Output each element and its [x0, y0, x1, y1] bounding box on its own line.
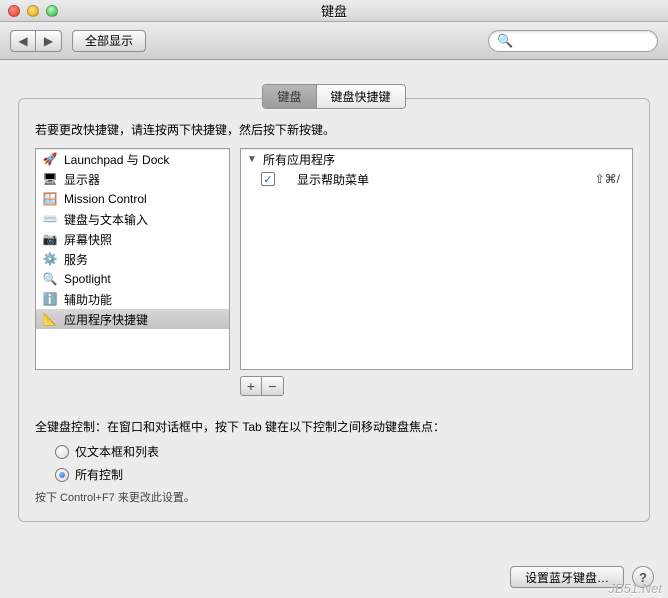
category-icon: ℹ️ — [42, 291, 58, 307]
remove-button[interactable]: − — [262, 376, 284, 396]
category-list[interactable]: 🚀 Launchpad 与 Dock 🖥 显示器 🪟 Mission Control ⌨️ 键… — [35, 148, 230, 370]
shortcut-label: 显示帮助菜单 — [297, 171, 369, 188]
category-item[interactable]: 🔍 Spotlight — [36, 269, 229, 289]
toolbar: ◀ ▶ 全部显示 🔍 — [0, 22, 668, 60]
back-button[interactable]: ◀ — [10, 30, 36, 52]
tabs: 键盘 键盘快捷键 — [262, 84, 405, 109]
category-label: Launchpad 与 Dock — [64, 151, 169, 168]
category-icon: 📷 — [42, 231, 58, 247]
shortcut-group-row[interactable]: ▼ 所有应用程序 — [241, 149, 632, 169]
category-icon: ⌨️ — [42, 211, 58, 227]
radio-text-only-label: 仅文本框和列表 — [75, 443, 159, 460]
fka-heading: 全键盘控制：在窗口和对话框中，按下 Tab 键在以下控制之间移动键盘焦点： — [35, 418, 633, 435]
nav-segment: ◀ ▶ — [10, 30, 62, 52]
watermark: JB51.Net — [609, 581, 662, 596]
add-remove-segment: + − — [240, 376, 633, 396]
shortcut-item[interactable]: ✓ 显示帮助菜单 ⇧⌘/ — [241, 169, 632, 189]
add-button[interactable]: + — [240, 376, 262, 396]
shortcut-group-label: 所有应用程序 — [263, 151, 335, 168]
show-all-button[interactable]: 全部显示 — [72, 30, 146, 52]
radio-all-controls[interactable]: 所有控制 — [55, 466, 633, 483]
category-label: 屏幕快照 — [64, 231, 112, 248]
lists-row: 🚀 Launchpad 与 Dock 🖥 显示器 🪟 Mission Control ⌨️ 键… — [35, 148, 633, 370]
category-icon: 🪟 — [42, 191, 58, 207]
radio-icon — [55, 445, 69, 459]
category-icon: 🖥 — [42, 171, 58, 187]
shortcut-list[interactable]: ▼ 所有应用程序 ✓ 显示帮助菜单 ⇧⌘/ — [240, 148, 633, 370]
window-title: 键盘 — [0, 1, 668, 20]
category-icon: 🔍 — [42, 271, 58, 287]
category-item[interactable]: 📐 应用程序快捷键 — [36, 309, 229, 329]
search-icon: 🔍 — [497, 33, 513, 49]
category-item[interactable]: 📷 屏幕快照 — [36, 229, 229, 249]
category-label: 显示器 — [64, 171, 100, 188]
category-item[interactable]: ℹ️ 辅助功能 — [36, 289, 229, 309]
tab-shortcuts[interactable]: 键盘快捷键 — [317, 85, 405, 108]
category-item[interactable]: ⌨️ 键盘与文本输入 — [36, 209, 229, 229]
category-item[interactable]: 🚀 Launchpad 与 Dock — [36, 149, 229, 169]
full-keyboard-access: 全键盘控制：在窗口和对话框中，按下 Tab 键在以下控制之间移动键盘焦点： 仅文… — [35, 418, 633, 505]
shortcut-checkbox[interactable]: ✓ — [261, 172, 275, 186]
category-label: Mission Control — [64, 192, 147, 206]
fka-hint: 按下 Control+F7 来更改此设置。 — [35, 489, 633, 505]
disclosure-triangle-icon[interactable]: ▼ — [247, 154, 257, 165]
forward-button[interactable]: ▶ — [36, 30, 62, 52]
category-icon: 📐 — [42, 311, 58, 327]
category-item[interactable]: 🪟 Mission Control — [36, 189, 229, 209]
category-label: Spotlight — [64, 272, 111, 286]
tab-keyboard[interactable]: 键盘 — [263, 85, 316, 108]
category-item[interactable]: ⚙️ 服务 — [36, 249, 229, 269]
radio-all-controls-label: 所有控制 — [75, 466, 123, 483]
bluetooth-keyboard-button[interactable]: 设置蓝牙键盘… — [510, 566, 624, 588]
category-label: 辅助功能 — [64, 291, 112, 308]
panel: 若要更改快捷键，请连按两下快捷键，然后按下新按键。 🚀 Launchpad 与 D… — [18, 98, 650, 522]
content-area: 键盘 键盘快捷键 若要更改快捷键，请连按两下快捷键，然后按下新按键。 🚀 Laun… — [0, 60, 668, 598]
category-label: 应用程序快捷键 — [64, 311, 148, 328]
instruction-text: 若要更改快捷键，请连按两下快捷键，然后按下新按键。 — [35, 121, 633, 138]
category-icon: ⚙️ — [42, 251, 58, 267]
search-input[interactable] — [517, 34, 668, 48]
category-item[interactable]: 🖥 显示器 — [36, 169, 229, 189]
category-label: 服务 — [64, 251, 88, 268]
category-label: 键盘与文本输入 — [64, 211, 148, 228]
radio-icon — [55, 468, 69, 482]
shortcut-keys: ⇧⌘/ — [595, 172, 626, 186]
titlebar: 键盘 — [0, 0, 668, 22]
search-field[interactable]: 🔍 — [488, 30, 658, 52]
category-icon: 🚀 — [42, 151, 58, 167]
radio-text-only[interactable]: 仅文本框和列表 — [55, 443, 633, 460]
